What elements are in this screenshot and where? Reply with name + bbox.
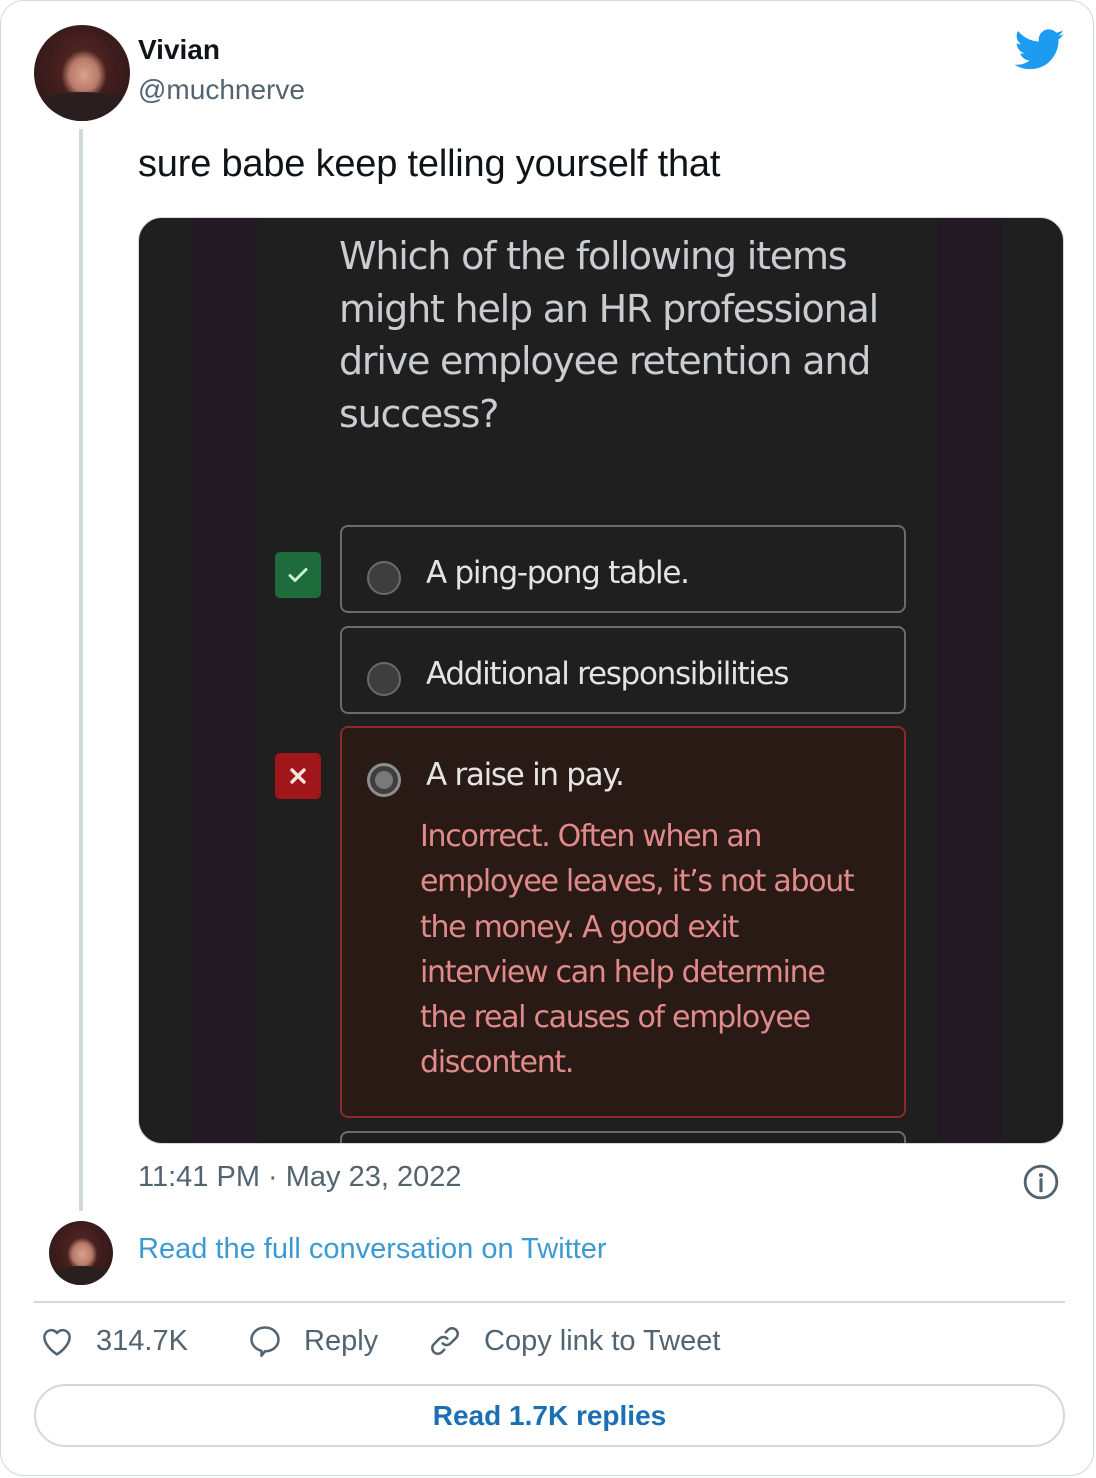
like-button[interactable]: 314.7K bbox=[38, 1319, 188, 1363]
quiz-option-partial bbox=[340, 1131, 906, 1143]
image-band-left bbox=[192, 218, 258, 1143]
tweet-embed-card: Vivian @muchnerve sure babe keep telling… bbox=[0, 0, 1094, 1476]
reply-label: Reply bbox=[304, 1324, 379, 1357]
tweet-text: sure babe keep telling yourself that bbox=[138, 143, 721, 185]
copy-link-button[interactable]: Copy link to Tweet bbox=[426, 1319, 720, 1363]
incorrect-feedback: Incorrect. Often when an employee leaves… bbox=[420, 819, 855, 1081]
option-label: A raise in pay. bbox=[426, 757, 625, 793]
option-label: A ping-pong table. bbox=[426, 555, 690, 591]
tweet-timestamp[interactable]: 11:41 PM · May 23, 2022 bbox=[138, 1161, 461, 1194]
tweet-image[interactable]: Which of the following items might help … bbox=[138, 217, 1064, 1144]
link-icon bbox=[431, 1327, 459, 1355]
read-replies-button[interactable]: Read 1.7K replies bbox=[34, 1384, 1065, 1447]
radio-button[interactable] bbox=[367, 561, 401, 595]
read-conversation-link[interactable]: Read the full conversation on Twitter bbox=[138, 1233, 607, 1266]
quiz-option[interactable]: A ping-pong table. bbox=[340, 525, 906, 613]
author-avatar[interactable] bbox=[34, 25, 130, 121]
author-avatar-small[interactable] bbox=[49, 1221, 113, 1285]
reply-button[interactable]: Reply bbox=[246, 1319, 378, 1363]
radio-button[interactable] bbox=[367, 662, 401, 696]
heart-icon bbox=[43, 1328, 71, 1356]
image-band-right bbox=[937, 218, 1003, 1143]
option-label: Additional responsibilities bbox=[426, 656, 790, 692]
divider bbox=[34, 1301, 1065, 1303]
check-icon bbox=[275, 552, 321, 598]
quiz-option-selected[interactable]: A raise in pay. Incorrect. Often when an… bbox=[340, 726, 906, 1118]
author-name[interactable]: Vivian bbox=[138, 34, 220, 66]
twitter-bird-icon[interactable] bbox=[1015, 29, 1065, 71]
thread-line bbox=[79, 129, 83, 1211]
quiz-option[interactable]: Additional responsibilities bbox=[340, 626, 906, 714]
radio-button-selected[interactable] bbox=[367, 763, 401, 797]
copy-link-label: Copy link to Tweet bbox=[484, 1324, 721, 1357]
like-count: 314.7K bbox=[96, 1324, 188, 1357]
speech-bubble-icon bbox=[250, 1326, 280, 1357]
author-handle[interactable]: @muchnerve bbox=[138, 74, 305, 106]
quiz-question: Which of the following items might help … bbox=[339, 234, 879, 436]
x-icon bbox=[275, 753, 321, 799]
info-icon[interactable] bbox=[1022, 1163, 1060, 1201]
